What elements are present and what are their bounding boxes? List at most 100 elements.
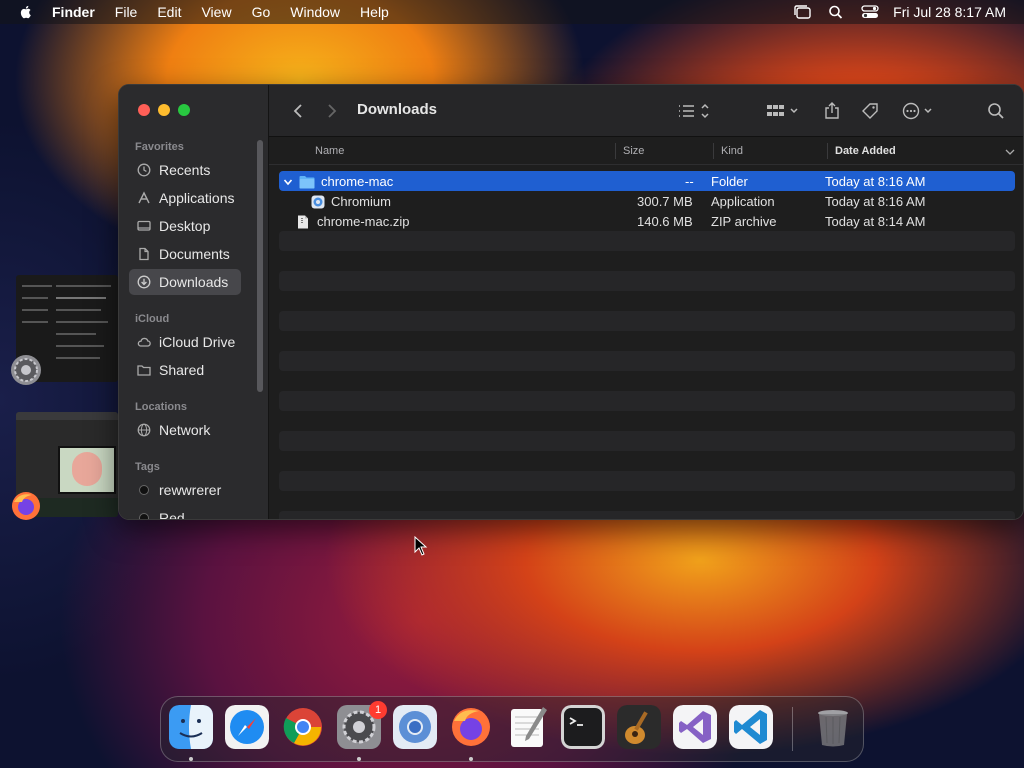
more-actions-icon[interactable] [901, 102, 937, 120]
finder-sidebar: Favorites Recents Applications Desktop D… [119, 85, 269, 519]
apple-logo-icon[interactable] [18, 4, 34, 20]
file-kind: Folder [711, 174, 748, 189]
zoom-button[interactable] [178, 104, 190, 116]
column-divider [713, 143, 714, 159]
row-name-cell: chrome-mac [283, 174, 393, 189]
disclosure-open-icon[interactable] [283, 177, 293, 187]
sidebar-item-label: Applications [159, 190, 235, 206]
sidebar-item-shared[interactable]: Shared [129, 357, 241, 383]
menu-file[interactable]: File [115, 4, 138, 20]
finder-toolbar: Downloads [269, 85, 1023, 137]
menu-window[interactable]: Window [290, 4, 340, 20]
tag-dot-icon [139, 485, 149, 495]
folder-icon [299, 175, 315, 188]
sidebar-item-tag-red[interactable]: Red [129, 505, 241, 519]
sidebar-section-icloud: iCloud [135, 313, 170, 325]
garageband-icon[interactable] [617, 705, 661, 749]
sidebar-item-downloads[interactable]: Downloads [129, 269, 241, 295]
chromium-app-icon [311, 195, 325, 208]
stage-manager-icon[interactable] [793, 5, 811, 19]
file-kind: Application [711, 194, 775, 209]
window-title: Downloads [357, 101, 438, 118]
textedit-icon[interactable] [505, 705, 549, 749]
notification-badge: 1 [369, 701, 387, 719]
download-icon [137, 275, 151, 289]
file-size: -- [685, 174, 694, 189]
sidebar-item-label: iCloud Drive [159, 334, 236, 350]
forward-chevron-icon[interactable] [325, 102, 339, 120]
empty-row [279, 391, 1015, 411]
chromium-icon[interactable] [393, 705, 437, 749]
file-row-chromium[interactable]: Chromium 300.7 MB Application Today at 8… [279, 191, 1015, 211]
visual-studio-icon[interactable] [673, 705, 717, 749]
sidebar-item-icloud-drive[interactable]: iCloud Drive [129, 329, 241, 355]
file-name: Chromium [331, 194, 391, 209]
share-icon[interactable] [823, 102, 841, 120]
sidebar-item-tag-rewwrerer[interactable]: rewwrerer [129, 477, 241, 503]
sidebar-scrollbar[interactable] [257, 140, 263, 392]
column-divider [615, 143, 616, 159]
column-divider [827, 143, 828, 159]
menu-bar: Finder File Edit View Go Window Help Fri… [0, 0, 1024, 24]
empty-row [279, 511, 1015, 519]
close-button[interactable] [138, 104, 150, 116]
menu-finder[interactable]: Finder [52, 4, 95, 20]
chrome-icon[interactable] [281, 705, 325, 749]
sidebar-item-label: Documents [159, 246, 230, 262]
desktop-icon [137, 220, 151, 231]
tag-dot-icon [139, 513, 149, 519]
file-date-added: Today at 8:14 AM [825, 214, 926, 229]
finder-main: Downloads Name Size Kind Date Added chro… [269, 85, 1023, 519]
safari-icon[interactable] [225, 705, 269, 749]
sidebar-item-label: Network [159, 422, 211, 438]
firefox-icon [12, 492, 40, 520]
sidebar-item-network[interactable]: Network [129, 417, 241, 443]
minimize-button[interactable] [158, 104, 170, 116]
sort-chevron-icon[interactable] [1005, 148, 1015, 156]
file-date-added: Today at 8:16 AM [825, 194, 926, 209]
file-name: chrome-mac.zip [317, 214, 410, 229]
menu-go[interactable]: Go [252, 4, 271, 20]
zip-file-icon [298, 215, 308, 228]
group-by-icon[interactable] [765, 102, 803, 120]
sidebar-item-applications[interactable]: Applications [129, 185, 241, 211]
sidebar-item-recents[interactable]: Recents [129, 157, 241, 183]
firefox-icon[interactable] [449, 705, 493, 749]
system-settings-dock-item[interactable]: 1 [337, 701, 387, 749]
menu-clock[interactable]: Fri Jul 28 8:17 AM [893, 4, 1006, 20]
back-chevron-icon[interactable] [291, 102, 305, 120]
menu-view[interactable]: View [201, 4, 231, 20]
vscode-icon[interactable] [729, 705, 773, 749]
finder-window: Favorites Recents Applications Desktop D… [118, 84, 1024, 520]
row-name-cell: chrome-mac.zip [297, 214, 409, 229]
file-date-added: Today at 8:16 AM [825, 174, 926, 189]
file-row-chrome-mac-zip[interactable]: chrome-mac.zip 140.6 MB ZIP archive Toda… [279, 211, 1015, 231]
empty-row [279, 471, 1015, 491]
system-settings-icon [11, 355, 41, 385]
column-size[interactable]: Size [623, 145, 644, 157]
menu-edit[interactable]: Edit [157, 4, 181, 20]
finder-icon[interactable] [169, 705, 213, 749]
empty-row [279, 311, 1015, 331]
empty-row [279, 351, 1015, 371]
control-center-icon[interactable] [861, 5, 879, 19]
column-kind[interactable]: Kind [721, 145, 743, 157]
sidebar-item-desktop[interactable]: Desktop [129, 213, 241, 239]
shared-folder-icon [137, 365, 151, 376]
running-indicator [189, 757, 193, 761]
empty-row [279, 231, 1015, 251]
tag-icon[interactable] [861, 102, 881, 120]
column-name[interactable]: Name [315, 145, 344, 157]
list-view-icon[interactable] [677, 102, 713, 120]
globe-icon [137, 423, 151, 437]
trash-icon[interactable] [811, 705, 855, 749]
file-row-chrome-mac[interactable]: chrome-mac -- Folder Today at 8:16 AM [279, 171, 1015, 191]
spotlight-search-icon[interactable] [827, 5, 845, 19]
search-icon[interactable] [987, 102, 1005, 120]
empty-row [279, 431, 1015, 451]
column-date-added[interactable]: Date Added [835, 145, 896, 157]
cloud-icon [137, 337, 151, 347]
sidebar-item-documents[interactable]: Documents [129, 241, 241, 267]
terminal-icon[interactable] [561, 705, 605, 749]
menu-help[interactable]: Help [360, 4, 389, 20]
